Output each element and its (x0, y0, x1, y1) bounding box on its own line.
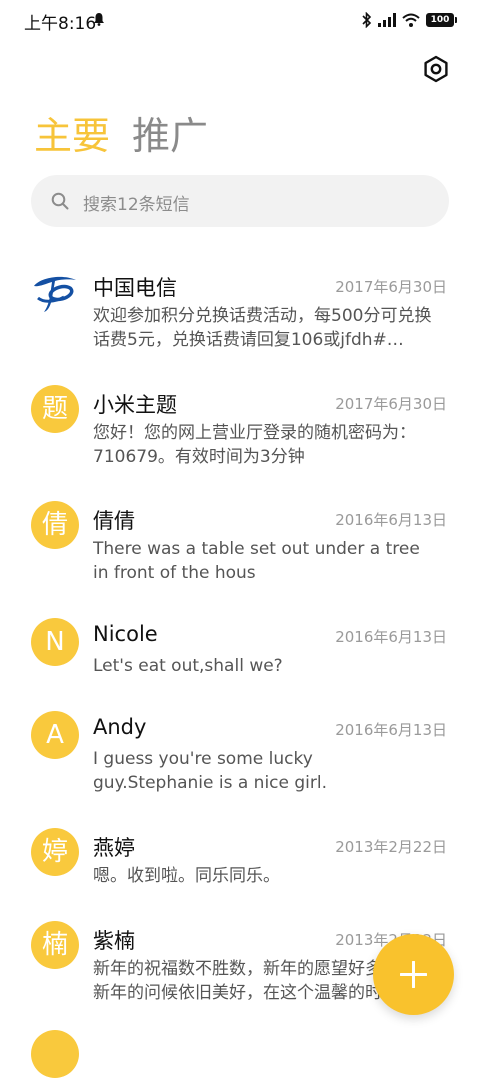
contact-avatar: 婷 (31, 828, 79, 876)
contact-avatar: 楠 (31, 921, 79, 969)
message-date: 2017年6月30日 (335, 278, 447, 296)
contact-name: 小米主题 (93, 393, 177, 417)
message-date: 2016年6月13日 (335, 511, 447, 529)
search-placeholder: 搜索12条短信 (83, 195, 190, 215)
message-preview: There was a table set out under a tree i… (93, 539, 420, 583)
tab-promotions[interactable]: 推广 (132, 112, 208, 160)
contact-avatar (31, 1030, 79, 1078)
list-item[interactable]: 倩 倩倩 2016年6月13日 There was a table set ou… (0, 491, 480, 601)
search-input[interactable]: 搜索12条短信 (31, 175, 449, 227)
status-icons: 100 (362, 11, 457, 29)
search-icon (51, 192, 69, 210)
message-date: 2016年6月13日 (335, 721, 447, 739)
china-telecom-logo-icon (31, 268, 79, 316)
message-preview: 嗯。收到啦。同乐同乐。 (93, 866, 280, 886)
contact-name: 中国电信 (93, 276, 177, 300)
list-item[interactable]: 中国电信 2017年6月30日 欢迎参加积分兑换话费活动，每500分可兑换话费5… (0, 258, 480, 368)
message-date: 2017年6月30日 (335, 395, 447, 413)
plus-icon (400, 961, 427, 988)
contact-avatar: A (31, 711, 79, 759)
message-preview: Let's eat out,shall we? (93, 656, 283, 676)
message-preview: 您好！您的网上营业厅登录的随机密码为：710679。有效时间为3分钟 (93, 423, 416, 467)
contact-name: 倩倩 (93, 509, 135, 533)
tab-primary[interactable]: 主要 (34, 112, 110, 160)
new-message-button[interactable] (373, 934, 454, 1015)
signal-icon (378, 13, 396, 27)
contact-name: Andy (93, 715, 147, 739)
contact-avatar: N (31, 618, 79, 666)
contact-name: 燕婷 (93, 836, 135, 860)
message-date: 2016年6月13日 (335, 628, 447, 646)
settings-hex-icon[interactable] (421, 54, 451, 84)
list-item[interactable]: 题 小米主题 2017年6月30日 您好！您的网上营业厅登录的随机密码为：710… (0, 375, 480, 485)
contact-avatar: 题 (31, 385, 79, 433)
status-bar: 上午8:16 100 (0, 0, 480, 40)
battery-indicator: 100 (426, 13, 457, 27)
contact-name: 紫楠 (93, 929, 135, 953)
message-preview: 欢迎参加积分兑换话费活动，每500分可兑换话费5元，兑换话费请回复106或jfd… (93, 306, 432, 350)
bluetooth-icon (362, 12, 372, 28)
notification-bell-icon (94, 13, 104, 26)
contact-name: Nicole (93, 622, 158, 646)
message-date: 2013年2月22日 (335, 838, 447, 856)
wifi-icon (402, 13, 420, 27)
list-item[interactable]: A Andy 2016年6月13日 I guess you're some lu… (0, 701, 480, 811)
category-tabs: 主要 推广 (34, 108, 208, 160)
contact-avatar: 倩 (31, 501, 79, 549)
message-preview: I guess you're some lucky guy.Stephanie … (93, 749, 328, 793)
status-time: 上午8:16 (24, 14, 97, 34)
